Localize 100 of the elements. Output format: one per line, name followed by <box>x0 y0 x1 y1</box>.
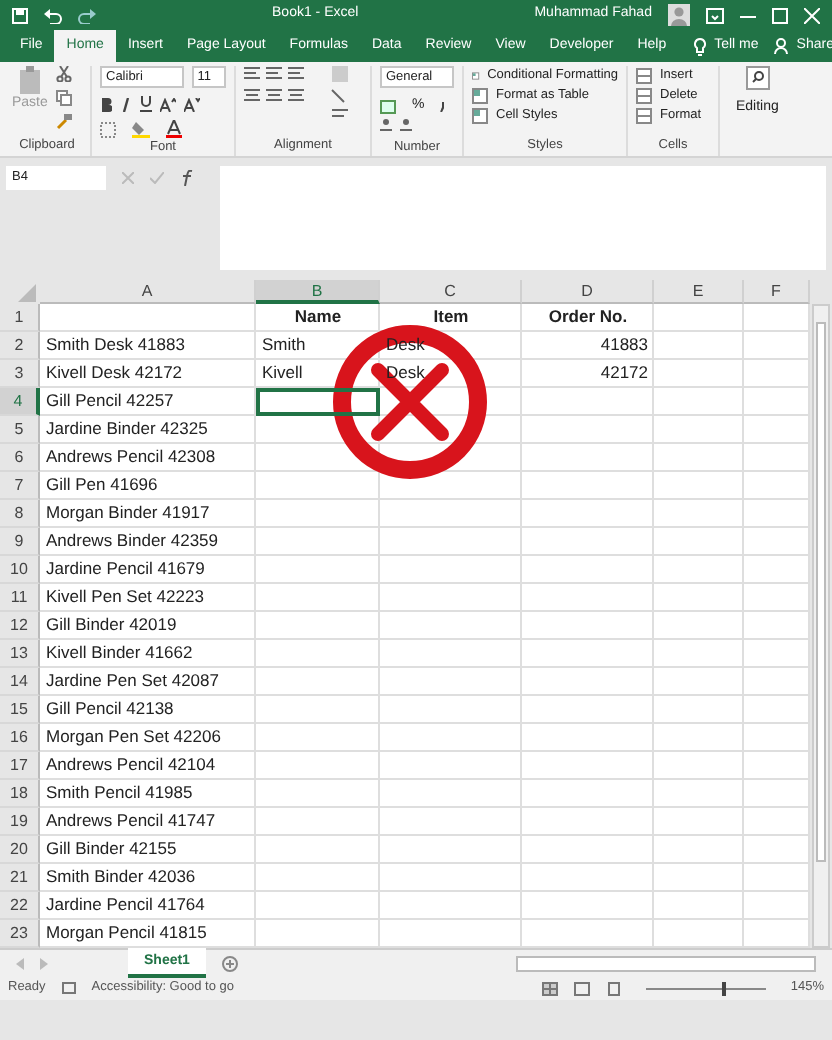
underline-icon[interactable] <box>140 96 152 112</box>
format-painter-icon[interactable] <box>55 114 72 130</box>
table-cell-text: Smith <box>260 332 308 358</box>
row-header[interactable]: 5 <box>0 416 40 444</box>
close-icon[interactable] <box>803 7 820 23</box>
table-cell-text: Kivell Binder 41662 <box>44 640 195 666</box>
row-header[interactable]: 7 <box>0 472 40 500</box>
table-cell-text: Smith Desk 41883 <box>44 332 187 358</box>
increase-font-icon[interactable] <box>160 97 176 111</box>
row-header[interactable]: 23 <box>0 920 40 948</box>
style-icon[interactable] <box>472 68 480 84</box>
table-cell-text: 42172 <box>598 360 650 386</box>
row-header[interactable]: 3 <box>0 360 40 388</box>
table-cell-text: Kivell Desk 42172 <box>44 360 185 386</box>
column-header[interactable]: D <box>522 280 654 304</box>
row-header[interactable]: 15 <box>0 696 40 724</box>
page-layout-icon[interactable] <box>574 981 591 995</box>
column-header[interactable]: E <box>654 280 744 304</box>
row-header[interactable]: 8 <box>0 500 40 528</box>
table-cell-text: Andrews Binder 42359 <box>44 528 221 554</box>
borders-icon[interactable] <box>100 121 116 137</box>
row-header[interactable]: 6 <box>0 444 40 472</box>
font-color-icon[interactable] <box>166 120 182 138</box>
row-header[interactable]: 9 <box>0 528 40 556</box>
horizontal-scrollbar[interactable] <box>516 955 816 971</box>
table-cell-text: Gill Binder 42019 <box>44 612 179 638</box>
comma-icon[interactable] <box>440 101 447 112</box>
currency-icon[interactable] <box>380 99 396 114</box>
row-header[interactable]: 21 <box>0 864 40 892</box>
copy-icon[interactable] <box>55 90 72 106</box>
row-header[interactable]: 14 <box>0 668 40 696</box>
row-header[interactable]: 19 <box>0 808 40 836</box>
table-cell-text: Andrews Pencil 42104 <box>44 752 218 778</box>
row-header[interactable]: 17 <box>0 752 40 780</box>
normal-view-icon[interactable] <box>542 981 559 995</box>
cells-icon[interactable] <box>636 68 652 84</box>
decrease-font-icon[interactable] <box>184 97 200 111</box>
redo-icon[interactable] <box>78 7 96 23</box>
style-icon[interactable] <box>472 88 488 104</box>
row-header[interactable]: 10 <box>0 556 40 584</box>
row-header[interactable]: 13 <box>0 640 40 668</box>
lightbulb-icon[interactable] <box>694 37 707 55</box>
table-cell-text: Order No. <box>546 304 630 330</box>
table-cell-text: Andrews Pencil 42308 <box>44 444 218 470</box>
row-header[interactable]: 18 <box>0 780 40 808</box>
bold-icon[interactable] <box>100 97 112 111</box>
table-cell-text: Morgan Pen Set 42206 <box>44 724 223 750</box>
column-header[interactable]: A <box>40 280 256 304</box>
save-icon[interactable] <box>12 7 28 23</box>
add-sheet-icon[interactable] <box>221 955 238 971</box>
row-header[interactable]: 2 <box>0 332 40 360</box>
row-header[interactable]: 1 <box>0 304 40 332</box>
row-header[interactable]: 16 <box>0 724 40 752</box>
ribbon-display-icon[interactable] <box>705 7 724 23</box>
table-cell-text: Jardine Pen Set 42087 <box>44 668 221 694</box>
table-cell-text: Kivell Pen Set 42223 <box>44 584 206 610</box>
column-header[interactable]: C <box>380 280 522 304</box>
search-icon[interactable] <box>745 66 770 90</box>
undo-icon[interactable] <box>44 7 62 23</box>
row-header[interactable]: 22 <box>0 892 40 920</box>
page-break-icon[interactable] <box>606 981 623 995</box>
table-cell-text: Andrews Pencil 41747 <box>44 808 218 834</box>
row-header[interactable]: 12 <box>0 612 40 640</box>
macro-icon <box>61 982 76 994</box>
column-header[interactable]: F <box>744 280 810 304</box>
table-cell-text: Jardine Binder 42325 <box>44 416 210 442</box>
table-cell-text: Name <box>292 304 344 330</box>
italic-icon[interactable] <box>120 97 132 111</box>
person-icon[interactable] <box>774 38 789 54</box>
prohibited-icon <box>332 324 488 480</box>
paste-icon[interactable] <box>17 66 42 94</box>
scissors-icon[interactable] <box>55 66 72 82</box>
table-cell-text: Gill Binder 42155 <box>44 836 179 862</box>
vertical-scrollbar[interactable] <box>812 304 830 948</box>
maximize-icon[interactable] <box>771 7 788 23</box>
table-cell-text: Gill Pencil 42257 <box>44 388 176 414</box>
decimal-icon[interactable] <box>380 118 412 133</box>
active-cell[interactable] <box>256 388 380 416</box>
zoom-slider-thumb[interactable] <box>721 981 726 995</box>
table-cell-text: Desk <box>384 360 427 386</box>
row-header[interactable]: 20 <box>0 836 40 864</box>
scrollbar-thumb[interactable] <box>816 322 826 862</box>
table-cell-text: 41883 <box>598 332 650 358</box>
row-header[interactable]: 11 <box>0 584 40 612</box>
table-cell-text: Item <box>431 304 471 330</box>
table-cell-text: Kivell <box>260 360 305 386</box>
column-header[interactable]: B <box>256 280 380 304</box>
table-cell-text: Jardine Pencil 41764 <box>44 892 207 918</box>
table-cell-text: Gill Pen 41696 <box>44 472 160 498</box>
table-cell-text: Smith Binder 42036 <box>44 864 198 890</box>
cells-icon[interactable] <box>636 108 652 124</box>
table-cell-text: Gill Pencil 42138 <box>44 696 176 722</box>
table-cell-text: Smith Pencil 41985 <box>44 780 195 806</box>
row-header[interactable]: 4 <box>0 388 40 416</box>
function-icon[interactable] <box>180 170 196 186</box>
cells-icon[interactable] <box>636 88 652 104</box>
avatar-icon[interactable] <box>667 4 690 26</box>
fill-color-icon[interactable] <box>132 120 150 138</box>
style-icon[interactable] <box>472 108 488 124</box>
table-cell-text: Jardine Pencil 41679 <box>44 556 207 582</box>
